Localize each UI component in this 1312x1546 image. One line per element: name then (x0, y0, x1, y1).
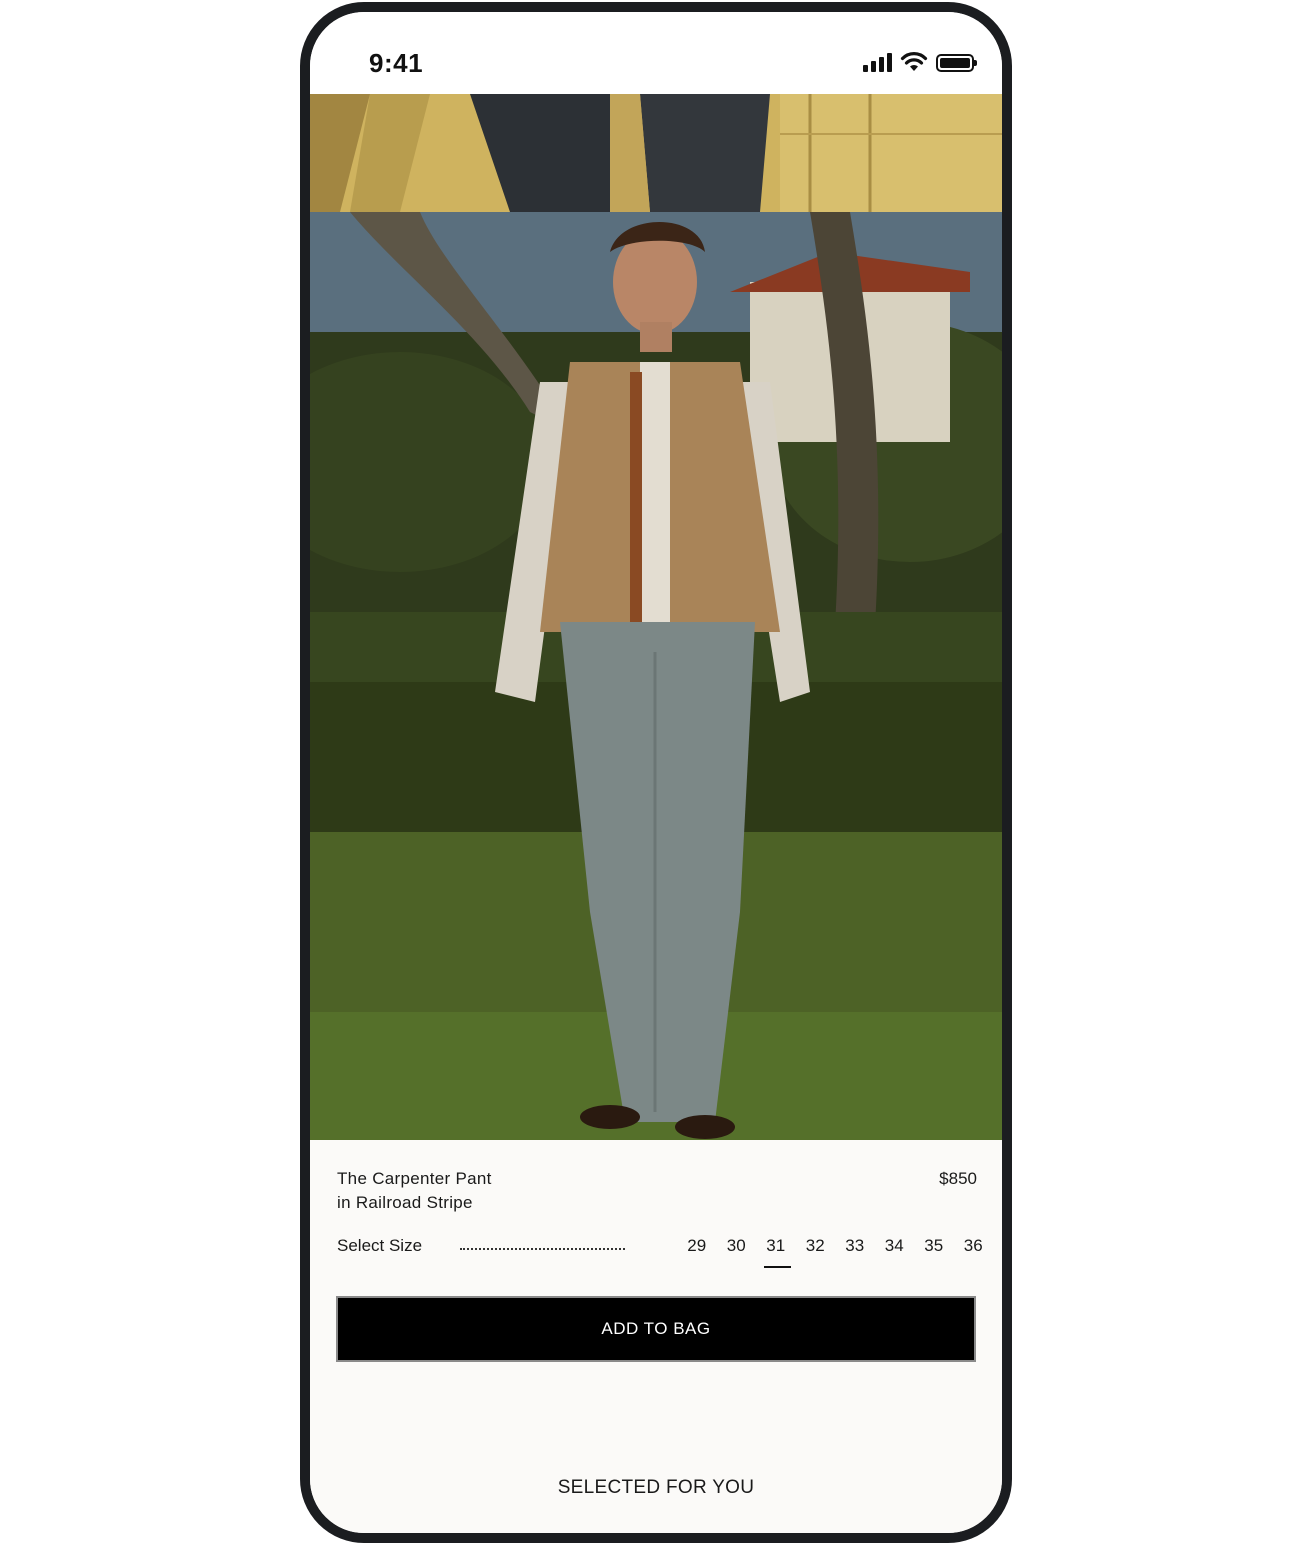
cellular-signal-icon (863, 52, 892, 72)
wifi-icon (900, 52, 928, 71)
size-option-31[interactable]: 31 (756, 1236, 796, 1268)
product-name: The Carpenter Pant in Railroad Stripe (337, 1167, 492, 1215)
size-option-29[interactable]: 29 (677, 1236, 717, 1256)
status-time: 9:41 (369, 48, 424, 78)
size-selector-label: Select Size (337, 1236, 423, 1255)
size-options: 29 30 31 32 33 34 35 36 (677, 1236, 994, 1268)
size-dotted-leader (460, 1248, 625, 1252)
product-name-line2: in Railroad Stripe (337, 1193, 473, 1212)
battery-icon (936, 54, 977, 72)
size-selector: Select Size 29 30 31 32 33 34 35 36 (337, 1236, 983, 1276)
size-option-36[interactable]: 36 (954, 1236, 994, 1256)
size-option-32[interactable]: 32 (796, 1236, 836, 1256)
product-photo-model[interactable] (310, 212, 1002, 1140)
product-price: $850 (939, 1169, 977, 1188)
status-icons (863, 52, 977, 72)
add-to-bag-button[interactable]: ADD TO BAG (336, 1296, 976, 1362)
selected-for-you-heading: SELECTED FOR YOU (557, 1477, 755, 1498)
phone-frame: 9:41 The Carpenter Pant in Railroad Stri… (300, 2, 1012, 1543)
photo-model-illustration (310, 212, 1002, 1140)
photo-detail-illustration (310, 94, 1002, 212)
product-photo-detail[interactable] (310, 94, 1002, 212)
size-option-34[interactable]: 34 (875, 1236, 915, 1256)
product-name-line1: The Carpenter Pant (337, 1169, 492, 1188)
size-option-33[interactable]: 33 (835, 1236, 875, 1256)
status-bar: 9:41 (310, 12, 1002, 94)
product-info-panel: The Carpenter Pant in Railroad Stripe $8… (310, 1140, 1002, 1533)
size-option-30[interactable]: 30 (717, 1236, 757, 1256)
size-option-35[interactable]: 35 (914, 1236, 954, 1256)
